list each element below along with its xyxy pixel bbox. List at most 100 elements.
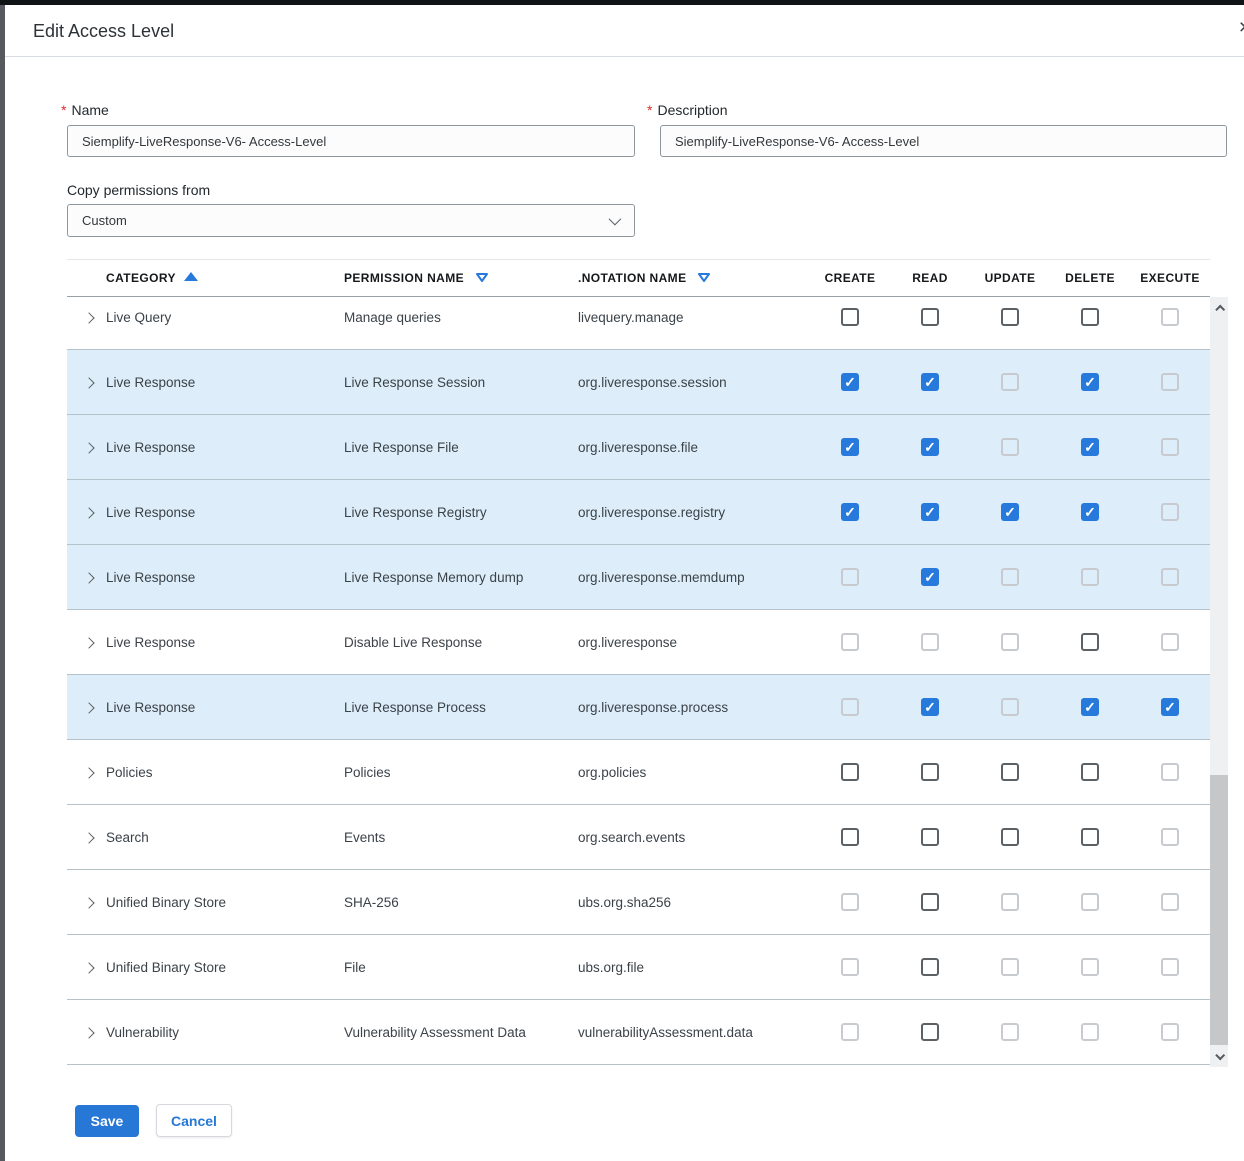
row-expand-icon[interactable] [83,442,94,453]
row-expand-icon[interactable] [83,767,94,778]
table-row[interactable]: Live Query Manage queries livequery.mana… [67,297,1210,350]
row-expand-icon[interactable] [83,962,94,973]
checkbox-update [1001,633,1019,651]
save-button[interactable]: Save [75,1105,139,1137]
row-expand-icon[interactable] [83,897,94,908]
row-permission: Vulnerability Assessment Data [344,1025,578,1040]
row-category: Vulnerability [106,1025,344,1040]
row-notation: org.liveresponse.process [578,700,810,715]
checkbox-create[interactable] [841,308,859,326]
checkbox-read[interactable]: ✓ [921,698,939,716]
checkbox-delete[interactable] [1081,633,1099,651]
column-header-notation-name[interactable]: .NOTATION NAME [578,271,810,285]
row-expand-icon[interactable] [83,507,94,518]
checkbox-create[interactable]: ✓ [841,373,859,391]
row-expand-icon[interactable] [83,637,94,648]
row-category: Search [106,830,344,845]
name-field[interactable] [67,125,635,157]
checkbox-read[interactable] [921,893,939,911]
checkbox-delete[interactable]: ✓ [1081,438,1099,456]
checkbox-create[interactable]: ✓ [841,503,859,521]
checkbox-update[interactable]: ✓ [1001,503,1019,521]
table-row[interactable]: Vulnerability Vulnerability Assessment D… [67,1000,1210,1065]
close-icon[interactable]: × [1239,17,1244,38]
checkbox-read[interactable]: ✓ [921,373,939,391]
checkbox-delete [1081,568,1099,586]
checkbox-read[interactable] [921,1023,939,1041]
checkbox-update[interactable] [1001,763,1019,781]
checkbox-read[interactable]: ✓ [921,438,939,456]
checkbox-execute [1161,828,1179,846]
checkbox-execute [1161,308,1179,326]
checkbox-delete[interactable] [1081,308,1099,326]
table-row[interactable]: Live Response Live Response Registry org… [67,480,1210,545]
row-permission: Live Response Session [344,375,578,390]
table-row[interactable]: Live Response Live Response File org.liv… [67,415,1210,480]
row-notation: org.liveresponse.memdump [578,570,810,585]
column-header-permission-name[interactable]: PERMISSION NAME [344,271,578,285]
row-notation: org.search.events [578,830,810,845]
sort-asc-icon [184,272,198,281]
table-row[interactable]: Unified Binary Store SHA-256 ubs.org.sha… [67,870,1210,935]
checkbox-delete[interactable]: ✓ [1081,503,1099,521]
row-category: Policies [106,765,344,780]
table-row[interactable]: Live Response Live Response Session org.… [67,350,1210,415]
checkbox-update[interactable] [1001,308,1019,326]
page-left-edge [0,0,5,1161]
checkbox-update[interactable] [1001,828,1019,846]
row-expand-icon[interactable] [83,702,94,713]
checkbox-execute[interactable]: ✓ [1161,698,1179,716]
checkbox-delete [1081,958,1099,976]
checkbox-create[interactable] [841,763,859,781]
cancel-button[interactable]: Cancel [156,1104,232,1137]
table-row[interactable]: Live Response Live Response Process org.… [67,675,1210,740]
scroll-up-icon[interactable] [1210,299,1228,315]
checkbox-update [1001,373,1019,391]
checkbox-read[interactable] [921,958,939,976]
checkbox-create[interactable] [841,828,859,846]
row-notation: org.liveresponse [578,635,810,650]
checkbox-delete[interactable]: ✓ [1081,373,1099,391]
checkbox-execute [1161,763,1179,781]
row-permission: Live Response Process [344,700,578,715]
checkbox-update [1001,1023,1019,1041]
checkbox-execute [1161,503,1179,521]
table-row[interactable]: Live Response Live Response Memory dump … [67,545,1210,610]
checkbox-read[interactable]: ✓ [921,568,939,586]
description-field[interactable] [660,125,1227,157]
copy-permissions-select[interactable]: Custom [67,204,635,237]
row-category: Live Response [106,635,344,650]
column-header-category[interactable]: CATEGORY [106,271,344,285]
table-row[interactable]: Live Response Disable Live Response org.… [67,610,1210,675]
row-expand-icon[interactable] [83,1027,94,1038]
table-row[interactable]: Search Events org.search.events [67,805,1210,870]
checkbox-read[interactable]: ✓ [921,503,939,521]
checkbox-read[interactable] [921,308,939,326]
sort-desc-icon [697,272,711,283]
checkbox-delete[interactable]: ✓ [1081,698,1099,716]
row-category: Live Response [106,700,344,715]
row-notation: ubs.org.file [578,960,810,975]
checkbox-create [841,698,859,716]
row-permission: Live Response Registry [344,505,578,520]
row-category: Live Response [106,375,344,390]
table-row[interactable]: Policies Policies org.policies [67,740,1210,805]
checkbox-read[interactable] [921,763,939,781]
scroll-down-icon[interactable] [1210,1049,1228,1065]
row-permission: Manage queries [344,310,578,325]
checkbox-execute [1161,1023,1179,1041]
checkbox-read[interactable] [921,828,939,846]
row-expand-icon[interactable] [83,312,94,323]
row-expand-icon[interactable] [83,832,94,843]
checkbox-create[interactable]: ✓ [841,438,859,456]
row-expand-icon[interactable] [83,572,94,583]
name-required-marker: * [61,102,66,118]
table-scrollbar[interactable] [1210,297,1228,1067]
table-row[interactable]: Unified Binary Store File ubs.org.file [67,935,1210,1000]
scrollbar-thumb[interactable] [1210,775,1228,1045]
row-expand-icon[interactable] [83,377,94,388]
checkbox-delete[interactable] [1081,828,1099,846]
checkbox-delete[interactable] [1081,763,1099,781]
row-category: Live Query [106,310,344,325]
column-header-execute: EXECUTE [1130,271,1210,285]
